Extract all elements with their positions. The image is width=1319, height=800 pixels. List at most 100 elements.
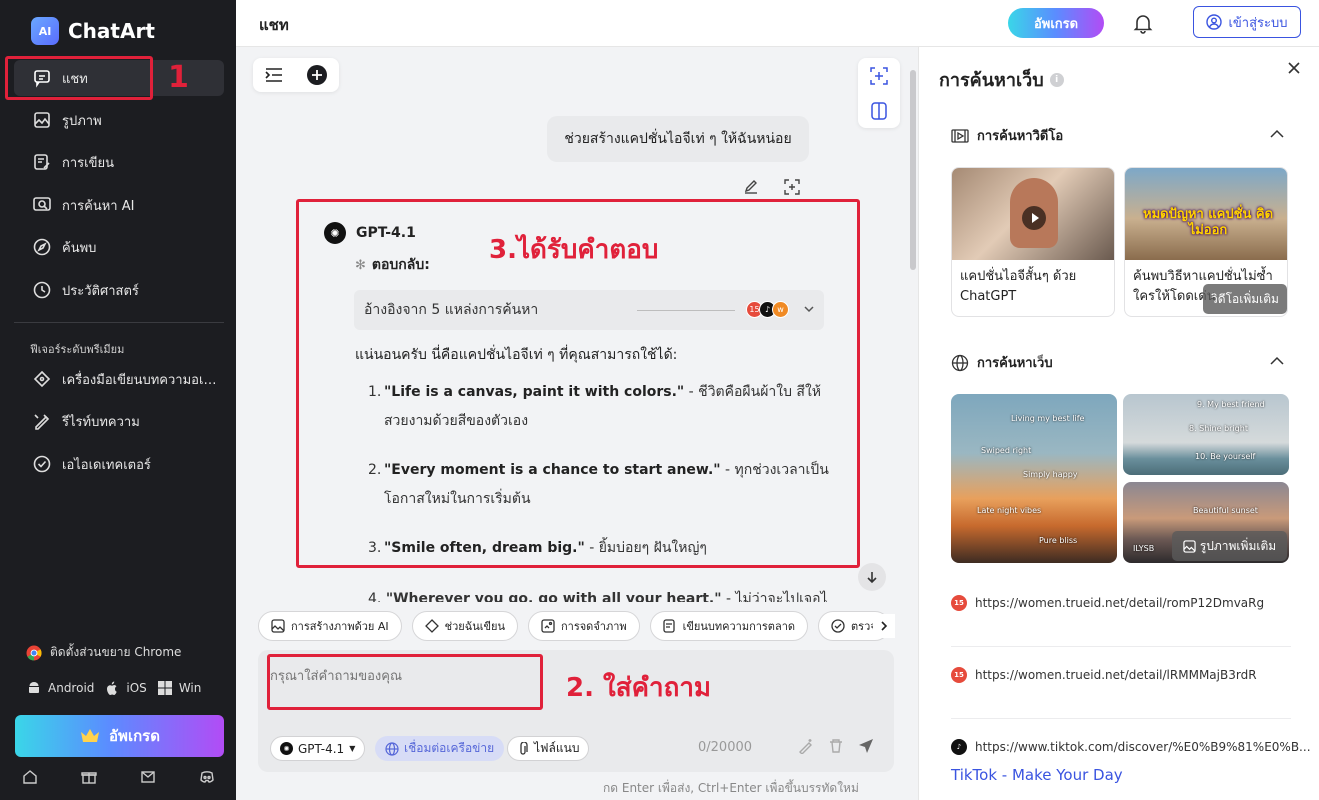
sidebar-item-article-tool[interactable]: เครื่องมือเขียนบทความอเนกประสงค์ [14,361,224,397]
page-title: แชท [259,16,289,34]
panel-title: การค้นหาเว็บ i [939,65,1064,94]
trash-icon[interactable] [828,738,844,754]
more-videos-button[interactable]: วิดีโอเพิ่มเติม [1203,284,1287,314]
mail-icon[interactable] [139,768,157,786]
chevron-up-icon[interactable] [1269,354,1285,368]
video-thumbnail [952,168,1114,260]
user-icon [1206,14,1223,30]
sidebar-item-discover[interactable]: ค้นพบ [14,229,224,265]
android-label[interactable]: Android [48,681,94,695]
chip-image-recognition[interactable]: การจดจำภาพ [527,611,640,641]
info-icon[interactable]: i [1049,72,1064,87]
crown-icon [81,729,100,742]
collapse-list-icon[interactable] [264,66,284,84]
chat-scrollbar[interactable] [910,70,916,270]
message-actions [743,178,801,196]
chatart-logo-icon: AI [31,17,59,45]
attach-file-button[interactable]: ไฟล์แนบ [507,736,590,761]
chrome-extension-link[interactable]: ติดตั้งส่วนขยาย Chrome [26,643,181,662]
image-text: Living my best life [1011,414,1085,423]
edit-icon[interactable] [743,178,759,194]
attach-file-label: ไฟล์แนบ [534,741,580,755]
web-search-panel: การค้นหาเว็บ i การค้นหาวิดีโอ แคปชั่นไอจ… [918,47,1319,800]
trueid-icon: 15 [951,667,967,683]
web-section-header[interactable]: การค้นหาเว็บ [951,352,1053,373]
search-result-link[interactable]: 15 https://women.trueid.net/detail/lRMMM… [951,667,1257,683]
sidebar-item-writing[interactable]: การเขียน [14,144,224,180]
bell-icon[interactable] [1132,12,1154,34]
ios-label[interactable]: iOS [126,681,146,695]
sidebar-item-image[interactable]: รูปภาพ [14,102,224,138]
model-selector[interactable]: ✺ GPT-4.1 ▼ [270,736,366,761]
sidebar-upgrade-button[interactable]: อัพเกรด [15,715,224,757]
image-result[interactable]: Living my best life Swiped right Simply … [951,394,1117,563]
upgrade-label: อัพเกรด [109,727,160,745]
paperclip-icon [520,741,528,755]
sidebar-item-label: รีไรท์บทความ [62,414,140,430]
sidebar-item-history[interactable]: ประวัติศาสตร์ [14,272,224,308]
image-text: 8. Shine bright [1189,424,1248,433]
side-toolbar [858,58,900,128]
image-icon [1183,539,1196,553]
android-icon[interactable] [26,680,42,696]
search-result-link[interactable]: 15 https://women.trueid.net/detail/romP1… [951,595,1264,611]
sidebar-item-ai-search[interactable]: การค้นหา AI [14,187,224,223]
screenshot-message-icon[interactable] [783,178,801,196]
image-result[interactable]: 9. My best friend 8. Shine bright 10. Be… [1123,394,1289,475]
image-text: Swiped right [981,446,1032,455]
detector-icon [33,455,51,473]
web-section-title: การค้นหาเว็บ [977,356,1053,371]
more-images-button[interactable]: รูปภาพเพิ่มเติม [1172,531,1287,561]
logo[interactable]: AI ChatArt [31,17,155,45]
input-hint: กด Enter เพื่อส่ง, Ctrl+Enter เพื่อขึ้นบ… [603,781,859,795]
chip-ai-image[interactable]: การสร้างภาพด้วย AI [258,611,402,641]
gift-icon[interactable] [80,768,98,786]
apple-icon[interactable] [104,680,120,696]
chrome-extension-label: ติดตั้งส่วนขยาย Chrome [50,645,182,659]
split-panel-icon[interactable] [869,101,889,121]
discord-icon[interactable] [198,768,216,786]
tiktok-result-title[interactable]: TikTok - Make Your Day [951,766,1123,784]
video-caption: แคปชั่นไอจีสั้นๆ ด้วย ChatGPT [960,269,1077,304]
history-icon [33,281,51,299]
annotation-box-chat [5,56,153,100]
model-selector-label: GPT-4.1 [298,741,345,756]
user-message: ช่วยสร้างแคปชั่นไอจีเท่ ๆ ให้ฉันหน่อย [547,116,809,162]
chips-next-button[interactable] [873,614,895,638]
char-counter: 0/20000 [698,740,753,755]
screenshot-icon[interactable] [869,66,889,86]
caption-thai: - ไม่ว่าจะไปเจอไป [721,591,828,602]
image-text: Simply happy [1023,470,1078,479]
play-icon [1022,206,1046,230]
writing-icon [34,154,50,170]
sidebar-item-label: ประวัติศาสตร์ [62,283,139,299]
sidebar-item-ai-detector[interactable]: เอไอเดเทคเตอร์ [14,446,224,482]
windows-label[interactable]: Win [179,681,202,695]
scroll-down-button[interactable] [858,563,886,591]
windows-icon[interactable] [157,680,173,696]
send-icon[interactable] [858,738,874,754]
link-url: https://women.trueid.net/detail/romP12Dm… [975,596,1265,610]
arrow-down-icon [867,572,877,584]
search-result-link[interactable]: ♪ https://www.tiktok.com/discover/%E0%B9… [951,739,1311,755]
login-button[interactable]: เข้าสู่ระบบ [1193,6,1301,38]
web-connect-toggle[interactable]: เชื่อมต่อเครือข่าย [375,736,505,761]
chip-label: การจดจำภาพ [560,620,627,633]
video-card[interactable]: แคปชั่นไอจีสั้นๆ ด้วย ChatGPT [951,167,1115,317]
magic-wand-icon[interactable] [798,738,814,754]
home-icon[interactable] [21,768,39,786]
chip-label: การสร้างภาพด้วย AI [291,620,389,633]
rewrite-icon [34,414,50,430]
globe-icon [385,741,399,756]
sidebar-item-rewrite[interactable]: รีไรท์บทความ [14,403,224,439]
new-chat-icon[interactable] [306,64,328,86]
chevron-up-icon[interactable] [1269,127,1285,141]
pen-tool-icon [33,370,51,388]
chip-marketing-article[interactable]: เขียนบทความการตลาด [649,611,809,641]
thumbnail-text: หมดปัญหา แคปชั่น คิดไม่ออก [1143,207,1274,238]
close-icon[interactable] [1285,59,1303,77]
check-circle-icon [831,619,845,633]
header-upgrade-button[interactable]: อัพเกรด [1008,8,1104,38]
video-section-header[interactable]: การค้นหาวิดีโอ [951,125,1063,146]
chip-help-write[interactable]: ช่วยฉันเขียน [411,611,518,641]
